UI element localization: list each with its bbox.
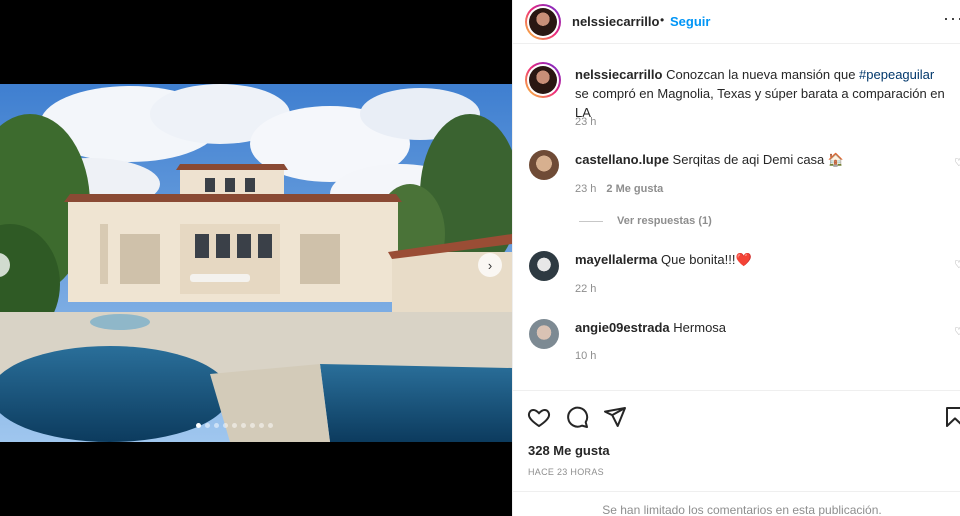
caption-text-end: se compró en Magnolia, Texas y súper bar… xyxy=(575,86,945,120)
comment-text: Serqitas de aqi Demi casa 🏠 xyxy=(672,152,845,167)
comment: castellano.lupe Serqitas de aqi Demi cas… xyxy=(575,150,945,169)
caption-time: 23 h xyxy=(575,116,597,128)
replies-divider xyxy=(579,220,603,222)
small-heart-icon[interactable]: ♡ xyxy=(954,325,960,338)
comment: mayellalerma Que bonita!!!❤️ xyxy=(575,250,945,269)
carousel-dot xyxy=(259,423,264,428)
carousel-dot xyxy=(214,423,219,428)
comment-icon[interactable] xyxy=(565,405,589,429)
small-heart-icon[interactable]: ♡ xyxy=(954,156,960,169)
post-sidebar: nelssiecarrillo • Seguir ··· nelssiecarr… xyxy=(512,0,960,516)
view-replies-label: Ver respuestas (1) xyxy=(617,215,712,227)
comment-avatar[interactable] xyxy=(529,319,559,349)
caption-username[interactable]: nelssiecarrillo xyxy=(575,67,662,82)
post-photo[interactable] xyxy=(0,84,512,442)
carousel-dot xyxy=(196,423,201,428)
carousel-dot xyxy=(205,423,210,428)
comment-likes[interactable]: 2 Me gusta xyxy=(606,183,663,195)
comments-list: nelssiecarrillo Conozcan la nueva mansió… xyxy=(513,52,960,390)
comment-time: 23 h xyxy=(575,183,597,195)
comment-meta: 23 h 2 Me gusta xyxy=(575,183,663,195)
comment-text: Hermosa xyxy=(673,320,727,335)
comment: angie09estrada Hermosa xyxy=(575,318,945,337)
comment-text: Que bonita!!!❤️ xyxy=(661,252,752,267)
send-icon[interactable] xyxy=(603,405,627,429)
carousel-dots xyxy=(196,423,273,428)
small-heart-icon[interactable]: ♡ xyxy=(954,258,960,271)
comments-limited-notice: Se han limitado los comentarios en esta … xyxy=(513,491,960,516)
more-options-icon[interactable]: ··· xyxy=(943,8,960,29)
comment-avatar[interactable] xyxy=(529,150,559,180)
post-media: ‹ › xyxy=(0,0,512,516)
carousel-dot xyxy=(268,423,273,428)
author-username[interactable]: nelssiecarrillo xyxy=(572,14,659,29)
separator-dot: • xyxy=(660,13,665,27)
carousel-dot xyxy=(250,423,255,428)
comment-time: 10 h xyxy=(575,350,597,362)
follow-button[interactable]: Seguir xyxy=(670,14,710,29)
post-actions: 328 Me gusta HACE 23 HORAS Se han limita… xyxy=(513,390,960,516)
comment-avatar[interactable] xyxy=(529,251,559,281)
carousel-dot xyxy=(241,423,246,428)
chevron-right-icon[interactable]: › xyxy=(478,253,502,277)
comment-username[interactable]: castellano.lupe xyxy=(575,152,669,167)
carousel-dot xyxy=(223,423,228,428)
comment-time: 22 h xyxy=(575,283,597,295)
carousel-dot xyxy=(232,423,237,428)
heart-icon[interactable] xyxy=(527,405,551,429)
caption-hashtag[interactable]: #pepeaguilar xyxy=(859,67,934,82)
likes-count[interactable]: 328 Me gusta xyxy=(528,443,610,458)
post-header: nelssiecarrillo • Seguir ··· xyxy=(513,0,960,44)
caption-text-start: Conozcan la nueva mansión que xyxy=(666,67,860,82)
post-caption: nelssiecarrillo Conozcan la nueva mansió… xyxy=(575,65,945,122)
caption-avatar[interactable] xyxy=(525,62,561,98)
comment-username[interactable]: angie09estrada xyxy=(575,320,670,335)
author-avatar[interactable] xyxy=(525,4,561,40)
bookmark-icon[interactable] xyxy=(943,405,960,429)
view-replies-button[interactable]: Ver respuestas (1) xyxy=(579,215,712,227)
post-timestamp: HACE 23 HORAS xyxy=(528,467,604,477)
comment-username[interactable]: mayellalerma xyxy=(575,252,657,267)
